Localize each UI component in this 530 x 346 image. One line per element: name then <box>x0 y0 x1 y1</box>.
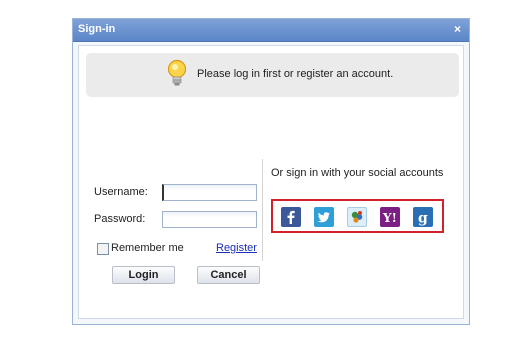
notice-text: Please log in first or register an accou… <box>197 68 394 80</box>
cancel-button[interactable]: Cancel <box>197 266 260 284</box>
social-accounts-box: Y! g <box>271 199 444 233</box>
password-label: Password: <box>94 213 146 225</box>
social-heading: Or sign in with your social accounts <box>271 167 444 179</box>
register-link[interactable]: Register <box>216 242 257 254</box>
password-field[interactable] <box>162 211 257 228</box>
remember-me-label: Remember me <box>111 242 184 254</box>
login-button[interactable]: Login <box>112 266 175 284</box>
remember-me-checkbox[interactable] <box>97 243 109 255</box>
username-field[interactable] <box>162 184 257 201</box>
svg-text:Y!: Y! <box>382 211 397 225</box>
lightbulb-icon <box>167 59 187 86</box>
svg-text:g: g <box>418 211 428 227</box>
sign-in-dialog: Sign-in × Please log in first or registe… <box>72 18 470 325</box>
username-label: Username: <box>94 186 148 198</box>
column-divider <box>262 159 263 261</box>
dialog-title: Sign-in <box>78 23 116 35</box>
notice-banner: Please log in first or register an accou… <box>86 53 459 97</box>
windows-live-icon[interactable] <box>347 207 367 227</box>
dialog-body: Please log in first or register an accou… <box>78 45 464 319</box>
yahoo-icon[interactable]: Y! <box>380 207 400 227</box>
facebook-icon[interactable] <box>281 207 301 227</box>
dialog-titlebar[interactable]: Sign-in × <box>73 19 469 42</box>
twitter-icon[interactable] <box>314 207 334 227</box>
google-icon[interactable]: g <box>413 207 433 227</box>
close-button[interactable]: × <box>450 22 465 37</box>
